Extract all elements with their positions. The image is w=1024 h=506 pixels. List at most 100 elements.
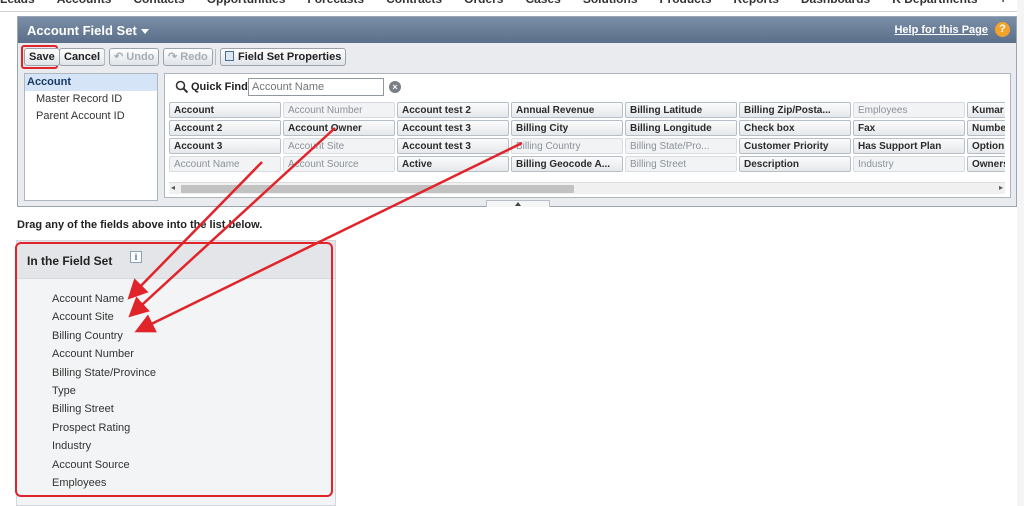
field-chip[interactable]: Account test 2 [397, 102, 509, 118]
drag-instruction: Drag any of the fields above into the li… [17, 219, 263, 231]
help-link[interactable]: Help for this Page [894, 24, 988, 36]
redo-icon: ↷ [168, 51, 181, 63]
field-set-list: Account Name Account Site Billing Country A… [52, 290, 156, 492]
field-chip[interactable]: Account Name [169, 156, 281, 172]
scrollbar-thumb[interactable] [181, 185, 574, 193]
nav-tab[interactable]: Forecasts [307, 0, 364, 6]
nav-tab[interactable]: Leads [0, 0, 35, 6]
quick-find-label: Quick Find [191, 81, 248, 93]
field-chip[interactable]: Description [739, 156, 851, 172]
field-set-item[interactable]: Account Site [52, 308, 156, 326]
field-palette: Quick Find × AccountAccount NumberAccoun… [164, 73, 1011, 198]
field-set-header: In the Field Set i [17, 241, 335, 279]
field-chip[interactable]: Billing Geocode A... [511, 156, 623, 172]
nav-tab[interactable]: + [1000, 0, 1007, 6]
object-item-account[interactable]: Account [25, 74, 157, 91]
undo-label: Undo [126, 51, 155, 63]
field-chip[interactable]: Billing Longitude [625, 120, 737, 136]
field-chip[interactable]: Billing City [511, 120, 623, 136]
page-scrollbar[interactable] [1017, 0, 1024, 506]
redo-button[interactable]: ↷ Redo [163, 48, 213, 66]
field-chip[interactable]: Active [397, 156, 509, 172]
properties-icon [225, 51, 234, 61]
field-set-item[interactable]: Account Name [52, 290, 156, 308]
field-chip[interactable]: Fax [853, 120, 965, 136]
nav-tab[interactable]: Contracts [386, 0, 442, 6]
nav-tab[interactable]: Solutions [583, 0, 638, 6]
nav-tab[interactable]: Reports [734, 0, 779, 6]
undo-button[interactable]: ↶ Undo [109, 48, 160, 66]
field-chip[interactable]: Billing Zip/Posta... [739, 102, 851, 118]
toolbar-divider [215, 49, 216, 65]
field-chip[interactable]: Annual Revenue [511, 102, 623, 118]
field-chip[interactable]: Industry [853, 156, 965, 172]
field-chip[interactable]: Has Support Plan [853, 138, 965, 154]
nav-tab[interactable]: Orders [464, 0, 503, 6]
save-button[interactable]: Save [24, 48, 60, 66]
field-set-item[interactable]: Billing Street [52, 400, 156, 418]
editor-header: Account Field Set Help for this Page ? [18, 17, 1016, 43]
properties-label: Field Set Properties [238, 51, 342, 63]
undo-icon: ↶ [114, 51, 127, 63]
scroll-left-icon[interactable]: ◂ [171, 183, 175, 192]
field-set-item[interactable]: Account Number [52, 345, 156, 363]
nav-tab[interactable]: Products [660, 0, 712, 6]
quick-find-input[interactable] [248, 78, 384, 96]
chevron-down-icon[interactable] [140, 29, 149, 35]
info-icon[interactable]: i [130, 251, 142, 263]
field-set-item[interactable]: Industry [52, 437, 156, 455]
nav-tab[interactable]: K Departments [892, 0, 977, 6]
field-chip[interactable]: Ownership [967, 156, 1005, 172]
field-chip[interactable]: Account Number [283, 102, 395, 118]
toolbar: Save Cancel ↶ Undo ↷ Redo Field Set Prop… [18, 43, 1016, 69]
field-chip[interactable]: Employees [853, 102, 965, 118]
field-chip[interactable]: Account Site [283, 138, 395, 154]
nav-tab[interactable]: Opportunities [207, 0, 286, 6]
field-chip[interactable]: Number [967, 120, 1005, 136]
field-set-item[interactable]: Account Source [52, 456, 156, 474]
field-chip[interactable]: Kumar [967, 102, 1005, 118]
field-chip[interactable]: Account Source [283, 156, 395, 172]
field-chip[interactable]: Account Owner [283, 120, 395, 136]
clear-search-icon[interactable]: × [389, 81, 401, 93]
cancel-button[interactable]: Cancel [59, 48, 106, 66]
field-chip[interactable]: Account [169, 102, 281, 118]
field-set-item[interactable]: Employees [52, 474, 156, 492]
help-icon[interactable]: ? [995, 22, 1010, 37]
field-set-item[interactable]: Billing Country [52, 327, 156, 345]
redo-label: Redo [180, 51, 208, 63]
page-title[interactable]: Account Field Set [27, 23, 149, 38]
field-chip[interactable]: Customer Priority [739, 138, 851, 154]
nav-tab[interactable]: Cases [525, 0, 560, 6]
field-grid: Account Account Number Account test 2 Annua… [169, 102, 1005, 182]
field-chip[interactable]: Billing State/Pro... [625, 138, 737, 154]
field-chip[interactable]: Check box [739, 120, 851, 136]
object-item-parent-account-id[interactable]: Parent Account ID [25, 108, 157, 125]
horizontal-scrollbar[interactable]: ◂ ▸ [169, 182, 1005, 194]
nav-tabs[interactable]: Leads Accounts Contacts Opportunities Foreca… [0, 0, 1024, 6]
toolbar-divider [104, 49, 105, 65]
field-chip[interactable]: Billing Street [625, 156, 737, 172]
nav-tab[interactable]: Accounts [57, 0, 112, 6]
field-chip[interactable]: Account 2 [169, 120, 281, 136]
field-chip[interactable]: Billing Country [511, 138, 623, 154]
field-set-properties-button[interactable]: Field Set Properties [220, 48, 347, 66]
field-chip[interactable]: Account 3 [169, 138, 281, 154]
scroll-right-icon[interactable]: ▸ [999, 183, 1003, 192]
field-set-item[interactable]: Prospect Rating [52, 419, 156, 437]
nav-tab[interactable]: Dashboards [801, 0, 870, 6]
field-set-title: In the Field Set [27, 254, 113, 268]
field-chip[interactable]: Account test 3 [397, 138, 509, 154]
object-item-master-record-id[interactable]: Master Record ID [25, 91, 157, 108]
field-chip[interactable]: Option [967, 138, 1005, 154]
field-set-panel: In the Field Set i Account Name Account S… [16, 240, 336, 506]
field-chip[interactable]: Billing Latitude [625, 102, 737, 118]
field-set-item[interactable]: Billing State/Province [52, 364, 156, 382]
field-set-item[interactable]: Type [52, 382, 156, 400]
search-icon [175, 80, 189, 94]
object-list: Account Master Record ID Parent Account … [24, 73, 158, 201]
field-chip[interactable]: Account test 3 [397, 120, 509, 136]
page-title-text: Account Field Set [27, 23, 137, 38]
nav-tab[interactable]: Contacts [133, 0, 184, 6]
palette-collapse-handle[interactable] [486, 200, 550, 207]
